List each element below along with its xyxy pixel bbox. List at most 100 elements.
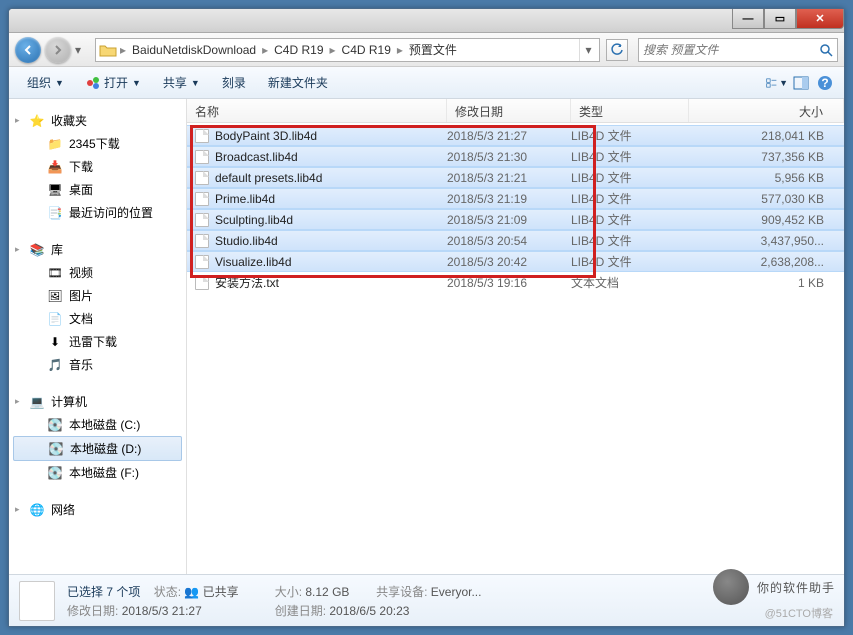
file-row[interactable]: default presets.lib4d2018/5/3 21:21LIB4D… <box>187 167 844 188</box>
col-date[interactable]: 修改日期 <box>447 99 571 122</box>
download-icon: 📥 <box>47 159 63 175</box>
open-icon <box>86 76 100 90</box>
toolbar: 组织▼ 打开▼ 共享▼ 刻录 新建文件夹 ▼ ? <box>9 67 844 99</box>
newfolder-button[interactable]: 新建文件夹 <box>258 70 338 95</box>
file-icon <box>195 192 209 206</box>
computer-icon: 💻 <box>29 394 45 410</box>
file-row[interactable]: 安装方法.txt2018/5/3 19:16文本文档1 KB <box>187 272 844 293</box>
open-button[interactable]: 打开▼ <box>76 70 151 95</box>
minimize-button[interactable]: — <box>732 9 764 29</box>
back-button[interactable] <box>15 37 41 63</box>
view-button[interactable]: ▼ <box>766 72 788 94</box>
col-size[interactable]: 大小 <box>689 99 844 122</box>
watermark-small: @51CTO博客 <box>765 605 833 621</box>
sidebar-libraries[interactable]: ▸📚库 <box>9 238 186 261</box>
breadcrumb-item[interactable]: BaiduNetdiskDownload <box>128 43 260 57</box>
thunder-icon: ⬇ <box>47 334 63 350</box>
file-icon <box>195 129 209 143</box>
file-rows: BodyPaint 3D.lib4d2018/5/3 21:27LIB4D 文件… <box>187 123 844 574</box>
expand-icon: ▸ <box>15 244 20 255</box>
sidebar-item[interactable]: 🎞视频 <box>9 261 186 284</box>
document-icon: 📄 <box>47 311 63 327</box>
explorer-window: — ▭ ✕ ▾ ▸ BaiduNetdiskDownload ▸ C4D R19… <box>8 8 845 627</box>
sidebar-computer[interactable]: ▸💻计算机 <box>9 390 186 413</box>
col-type[interactable]: 类型 <box>571 99 689 122</box>
history-dropdown-icon[interactable]: ▾ <box>75 43 87 57</box>
chevron-right-icon: ▸ <box>118 43 128 57</box>
chevron-right-icon: ▸ <box>328 43 338 57</box>
refresh-button[interactable] <box>606 39 628 61</box>
star-icon: ⭐ <box>29 113 45 129</box>
file-icon <box>195 234 209 248</box>
expand-icon: ▸ <box>15 396 20 407</box>
expand-icon: ▸ <box>15 115 20 126</box>
file-row[interactable]: Prime.lib4d2018/5/3 21:19LIB4D 文件577,030… <box>187 188 844 209</box>
organize-button[interactable]: 组织▼ <box>17 70 74 95</box>
file-icon <box>195 213 209 227</box>
preview-button[interactable] <box>790 72 812 94</box>
column-header: 名称 修改日期 类型 大小 <box>187 99 844 123</box>
watermark: 你的软件助手 <box>713 569 835 605</box>
file-icon <box>195 255 209 269</box>
close-button[interactable]: ✕ <box>796 9 844 29</box>
share-button[interactable]: 共享▼ <box>153 70 210 95</box>
sidebar-item[interactable]: 💽本地磁盘 (C:) <box>9 413 186 436</box>
breadcrumb[interactable]: ▸ BaiduNetdiskDownload ▸ C4D R19 ▸ C4D R… <box>95 38 600 62</box>
burn-button[interactable]: 刻录 <box>212 70 256 95</box>
forward-button[interactable] <box>45 37 71 63</box>
music-icon: 🎵 <box>47 357 63 373</box>
svg-text:?: ? <box>821 76 828 90</box>
breadcrumb-item[interactable]: C4D R19 <box>338 43 395 57</box>
breadcrumb-dropdown-icon[interactable]: ▾ <box>579 39 597 61</box>
sidebar-item[interactable]: 📥下载 <box>9 155 186 178</box>
file-row[interactable]: Studio.lib4d2018/5/3 20:54LIB4D 文件3,437,… <box>187 230 844 251</box>
watermark-avatar-icon <box>713 569 749 605</box>
file-row[interactable]: Broadcast.lib4d2018/5/3 21:30LIB4D 文件737… <box>187 146 844 167</box>
library-icon: 📚 <box>29 242 45 258</box>
picture-icon: 🖼 <box>47 288 63 304</box>
people-icon: 👥 <box>184 585 199 599</box>
disk-icon: 💽 <box>48 441 64 457</box>
sidebar-item[interactable]: 💽本地磁盘 (D:) <box>13 436 182 461</box>
help-button[interactable]: ? <box>814 72 836 94</box>
file-icon <box>195 276 209 290</box>
recent-icon: 📑 <box>47 205 63 221</box>
file-icon <box>195 150 209 164</box>
network-icon: 🌐 <box>29 502 45 518</box>
window-controls: — ▭ ✕ <box>732 9 844 29</box>
sidebar-favorites[interactable]: ▸⭐收藏夹 <box>9 109 186 132</box>
breadcrumb-item[interactable]: C4D R19 <box>270 43 327 57</box>
chevron-right-icon: ▸ <box>395 43 405 57</box>
sidebar: ▸⭐收藏夹 📁2345下载 📥下载 🖥桌面 📑最近访问的位置 ▸📚库 🎞视频 🖼… <box>9 99 187 574</box>
content: ▸⭐收藏夹 📁2345下载 📥下载 🖥桌面 📑最近访问的位置 ▸📚库 🎞视频 🖼… <box>9 99 844 574</box>
file-row[interactable]: Sculpting.lib4d2018/5/3 21:09LIB4D 文件909… <box>187 209 844 230</box>
file-row[interactable]: Visualize.lib4d2018/5/3 20:42LIB4D 文件2,6… <box>187 251 844 272</box>
file-row[interactable]: BodyPaint 3D.lib4d2018/5/3 21:27LIB4D 文件… <box>187 125 844 146</box>
search-box[interactable] <box>638 38 838 62</box>
col-name[interactable]: 名称 <box>187 99 447 122</box>
sidebar-item[interactable]: 📁2345下载 <box>9 132 186 155</box>
search-input[interactable] <box>643 43 819 57</box>
sidebar-item[interactable]: 📄文档 <box>9 307 186 330</box>
sidebar-item[interactable]: 🖥桌面 <box>9 178 186 201</box>
sidebar-item[interactable]: 🖼图片 <box>9 284 186 307</box>
file-list: 名称 修改日期 类型 大小 BodyPaint 3D.lib4d2018/5/3… <box>187 99 844 574</box>
sidebar-item[interactable]: ⬇迅雷下载 <box>9 330 186 353</box>
expand-icon: ▸ <box>15 504 20 515</box>
navbar: ▾ ▸ BaiduNetdiskDownload ▸ C4D R19 ▸ C4D… <box>9 33 844 67</box>
sidebar-item[interactable]: 💽本地磁盘 (F:) <box>9 461 186 484</box>
thumbnail-icon <box>19 581 55 621</box>
breadcrumb-item[interactable]: 预置文件 <box>405 41 461 58</box>
search-icon <box>819 43 833 57</box>
disk-icon: 💽 <box>47 465 63 481</box>
file-icon <box>195 171 209 185</box>
maximize-button[interactable]: ▭ <box>764 9 796 29</box>
folder-icon: 📁 <box>47 136 63 152</box>
sidebar-item[interactable]: 📑最近访问的位置 <box>9 201 186 224</box>
sidebar-item[interactable]: 🎵音乐 <box>9 353 186 376</box>
disk-icon: 💽 <box>47 417 63 433</box>
sidebar-network[interactable]: ▸🌐网络 <box>9 498 186 521</box>
video-icon: 🎞 <box>47 265 63 281</box>
folder-icon <box>98 41 118 59</box>
titlebar: — ▭ ✕ <box>9 9 844 33</box>
